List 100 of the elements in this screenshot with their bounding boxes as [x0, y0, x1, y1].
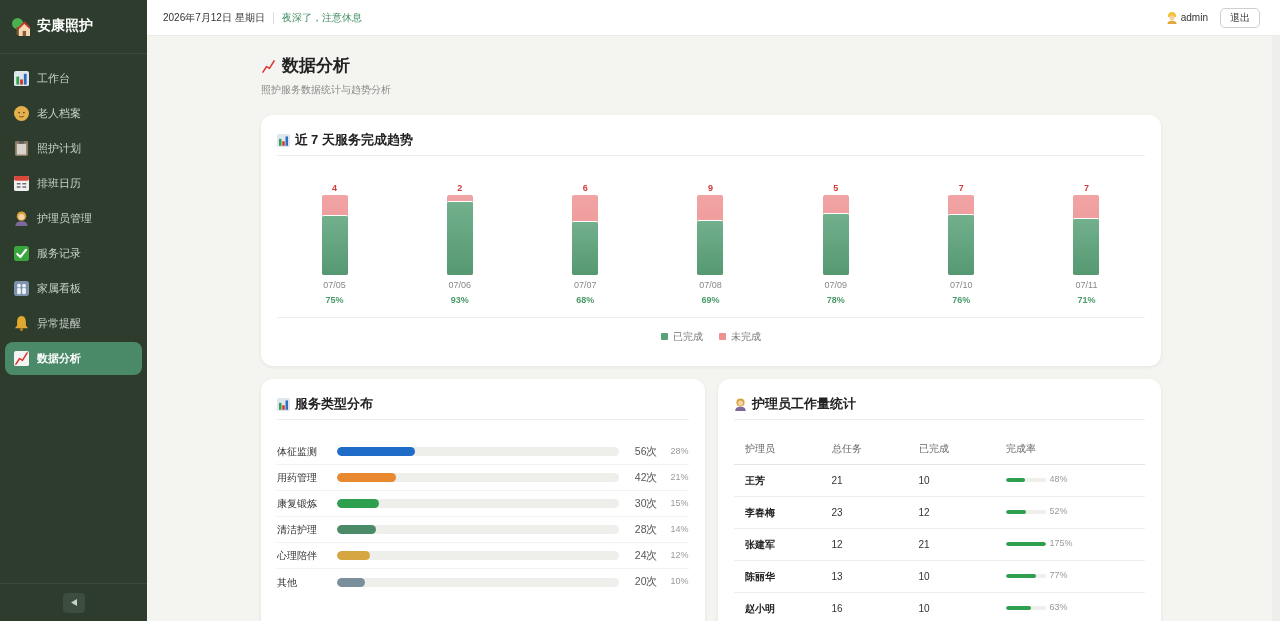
service-name: 康复锻炼 — [276, 497, 318, 511]
card-title: 近 7 天服务完成趋势 — [294, 131, 413, 149]
brand-name: 安康照护 — [37, 17, 93, 36]
table-cell: 王芳 — [733, 464, 821, 496]
rate-text: 77% — [1049, 569, 1068, 583]
share-text: 21% — [669, 470, 689, 484]
service-name: 心理陪伴 — [276, 549, 318, 563]
nav-item[interactable]: 照护计划 — [5, 132, 142, 165]
page-subtitle: 照护服务数据统计与趋势分析 — [260, 83, 392, 97]
pending-count-label: 5 — [833, 183, 839, 194]
share-text: 14% — [669, 522, 689, 536]
share-text: 15% — [669, 496, 689, 510]
table-cell: 张建军 — [733, 528, 821, 560]
nav-item[interactable]: 数据分析 — [5, 342, 142, 375]
card-title: 服务类型分布 — [294, 395, 373, 413]
person-icon — [733, 397, 747, 411]
date-label: 07/10 — [949, 279, 973, 291]
table-cell: 13 — [820, 560, 908, 592]
greeting-text: 夜深了，注意休息 — [281, 11, 362, 25]
date-label: 07/06 — [448, 279, 472, 291]
nav-item[interactable]: 护理员管理 — [5, 202, 142, 235]
date-label: 07/11 — [1075, 279, 1098, 291]
count-text: 42次 — [633, 469, 658, 485]
rate-text: 52% — [1049, 505, 1068, 519]
completion-rate-label: 76% — [952, 294, 971, 306]
caret-icon — [69, 598, 78, 607]
column-header: 总任务 — [820, 433, 908, 464]
table-cell: 23 — [820, 496, 908, 528]
nav-item[interactable]: 排班日历 — [5, 167, 142, 200]
share-text: 10% — [669, 575, 689, 589]
calendar-icon — [14, 176, 29, 191]
card-title: 护理员工作量统计 — [751, 395, 856, 413]
service-name: 用药管理 — [276, 471, 318, 485]
bar-chart-icon — [14, 71, 29, 86]
person-icon — [14, 211, 29, 226]
completion-rate-label: 69% — [701, 294, 720, 306]
table-cell: 21 — [907, 528, 995, 560]
nav-item[interactable]: 异常提醒 — [5, 307, 142, 340]
count-text: 20次 — [633, 574, 658, 590]
nav-item[interactable]: 老人档案 — [5, 97, 142, 130]
username-text: admin — [1180, 11, 1208, 25]
completion-rate-label: 75% — [325, 294, 344, 306]
pending-count-label: 9 — [707, 183, 713, 194]
rate-text: 48% — [1049, 473, 1068, 487]
bar-chart-icon — [276, 397, 290, 411]
legend-label: 已完成 — [672, 330, 703, 344]
check-icon — [14, 246, 29, 261]
table-cell: 10 — [907, 560, 995, 592]
service-name: 其他 — [276, 575, 298, 590]
nav-item[interactable]: 家属看板 — [5, 272, 142, 305]
pending-count-label: 2 — [457, 183, 463, 194]
date-label: 07/08 — [699, 279, 722, 291]
count-text: 56次 — [633, 443, 658, 459]
table-cell: 21 — [820, 464, 908, 496]
column-header: 已完成 — [907, 433, 995, 464]
table-cell: 陈丽华 — [733, 560, 821, 592]
bar-chart-icon — [276, 133, 290, 147]
share-text: 28% — [669, 444, 689, 458]
column-header: 护理员 — [733, 433, 821, 464]
table-cell: 10 — [907, 592, 995, 621]
face-icon — [14, 106, 29, 121]
nav-item[interactable]: 服务记录 — [5, 237, 142, 270]
completion-rate-label: 93% — [450, 294, 469, 306]
rate-text: 175% — [1049, 537, 1073, 551]
completion-rate-label: 68% — [576, 294, 595, 306]
table-cell: 赵小明 — [733, 592, 821, 621]
logout-button[interactable]: 退出 — [1220, 7, 1260, 28]
line-chart-icon — [260, 58, 276, 74]
line-chart-icon — [14, 351, 29, 366]
table-cell: 李春梅 — [733, 496, 821, 528]
pending-count-label: 4 — [332, 183, 337, 194]
nav-item[interactable]: 工作台 — [5, 62, 142, 95]
date-label: 07/09 — [824, 279, 848, 291]
pending-count-label: 7 — [958, 183, 964, 194]
house-icon — [12, 17, 30, 36]
user-icon — [1165, 11, 1178, 24]
count-text: 24次 — [633, 547, 658, 563]
column-header: 完成率 — [994, 433, 1145, 464]
date-label: 07/07 — [573, 279, 597, 291]
bell-icon — [14, 316, 29, 331]
collapse-sidebar-button[interactable] — [62, 592, 85, 613]
service-name: 清洁护理 — [276, 523, 318, 537]
page-title: 数据分析 — [281, 55, 350, 77]
date-label: 07/05 — [323, 279, 346, 291]
pending-count-label: 7 — [1083, 183, 1089, 194]
rate-text: 63% — [1049, 601, 1068, 615]
service-name: 体征监测 — [276, 445, 318, 459]
count-text: 28次 — [633, 521, 658, 537]
family-icon — [14, 281, 29, 296]
table-cell: 12 — [820, 528, 908, 560]
table-cell: 10 — [907, 464, 995, 496]
pending-count-label: 6 — [582, 183, 588, 194]
date-text: 2026年7月12日 星期日 — [163, 11, 265, 25]
completion-rate-label: 71% — [1077, 294, 1096, 306]
clipboard-icon — [14, 141, 29, 156]
share-text: 12% — [669, 548, 689, 562]
legend-label: 未完成 — [730, 330, 761, 344]
completion-rate-label: 78% — [826, 294, 845, 306]
count-text: 30次 — [633, 495, 658, 511]
scrollbar[interactable] — [1272, 36, 1280, 621]
